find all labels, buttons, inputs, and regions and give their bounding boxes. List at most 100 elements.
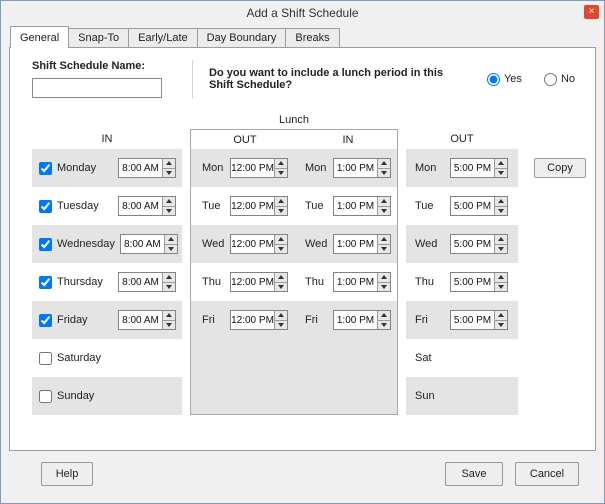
col-header-in: IN xyxy=(101,133,113,145)
spinner-down-icon[interactable] xyxy=(275,243,287,253)
day-cell: Sunday xyxy=(32,377,182,415)
sunday-checkbox[interactable] xyxy=(39,389,52,403)
spinner-down-icon[interactable] xyxy=(164,243,177,253)
thursday-checkbox[interactable] xyxy=(39,275,52,289)
spinner-down-icon[interactable] xyxy=(495,281,507,291)
spinner-up-icon[interactable] xyxy=(495,273,507,282)
spinner-down-icon[interactable] xyxy=(495,167,507,177)
spinner-up-icon[interactable] xyxy=(495,159,507,168)
lunch-no-radio[interactable] xyxy=(543,72,557,86)
schedule-row-sunday: Sunday Sun xyxy=(32,377,595,415)
day-cell: Tuesday 8:00 AM xyxy=(32,187,182,225)
spinner-up-icon[interactable] xyxy=(495,311,507,320)
spinner-down-icon[interactable] xyxy=(163,205,175,215)
spinner-down-icon[interactable] xyxy=(163,167,175,177)
wednesday-in-spinner[interactable]: 8:00 AM xyxy=(119,234,178,254)
spinner-up-icon[interactable] xyxy=(275,235,287,244)
lunch-column-headers: OUT IN xyxy=(190,129,398,149)
tab-day-boundary[interactable]: Day Boundary xyxy=(197,28,287,47)
tab-breaks[interactable]: Breaks xyxy=(286,28,340,47)
monday-out-spinner[interactable]: 5:00 PM xyxy=(450,158,508,178)
lunch-cell: Mon 12:00 PM Mon 1:00 PM xyxy=(190,149,398,187)
monday-checkbox[interactable] xyxy=(39,161,52,175)
spinner-down-icon[interactable] xyxy=(378,205,390,215)
dialog-footer: Help Save Cancel xyxy=(1,451,604,503)
cancel-button[interactable]: Cancel xyxy=(515,462,579,486)
copy-button[interactable]: Copy xyxy=(534,158,586,178)
thursday-lunch-out-spinner[interactable]: 12:00 PM xyxy=(230,272,288,292)
monday-in-spinner[interactable]: 8:00 AM xyxy=(118,158,176,178)
titlebar: Add a Shift Schedule × xyxy=(1,1,604,25)
shift-schedule-name-input[interactable] xyxy=(32,78,162,98)
spinner-up-icon[interactable] xyxy=(163,159,175,168)
spinner-up-icon[interactable] xyxy=(275,197,287,206)
friday-lunch-in-spinner[interactable]: 1:00 PM xyxy=(333,310,391,330)
spinner-up-icon[interactable] xyxy=(164,235,177,244)
spinner-down-icon[interactable] xyxy=(378,243,390,253)
tuesday-lunch-out-spinner[interactable]: 12:00 PM xyxy=(230,196,288,216)
monday-lunch-in-spinner[interactable]: 1:00 PM xyxy=(333,158,391,178)
thursday-out-spinner[interactable]: 5:00 PM xyxy=(450,272,508,292)
lunch-cell xyxy=(190,339,398,377)
spinner-down-icon[interactable] xyxy=(378,281,390,291)
day-cell: Thursday 8:00 AM xyxy=(32,263,182,301)
spinner-down-icon[interactable] xyxy=(378,319,390,329)
spinner-up-icon[interactable] xyxy=(378,311,390,320)
help-button[interactable]: Help xyxy=(41,462,93,486)
tuesday-out-spinner[interactable]: 5:00 PM xyxy=(450,196,508,216)
friday-out-spinner[interactable]: 5:00 PM xyxy=(450,310,508,330)
save-button[interactable]: Save xyxy=(445,462,503,486)
spinner-up-icon[interactable] xyxy=(378,235,390,244)
spinner-up-icon[interactable] xyxy=(378,159,390,168)
tuesday-checkbox[interactable] xyxy=(39,199,52,213)
spinner-down-icon[interactable] xyxy=(275,167,287,177)
wednesday-checkbox[interactable] xyxy=(39,237,52,251)
spinner-up-icon[interactable] xyxy=(275,311,287,320)
spinner-down-icon[interactable] xyxy=(275,319,287,329)
spinner-up-icon[interactable] xyxy=(275,273,287,282)
spinner-down-icon[interactable] xyxy=(495,243,507,253)
thursday-in-spinner[interactable]: 8:00 AM xyxy=(118,272,176,292)
tuesday-in-spinner[interactable]: 8:00 AM xyxy=(118,196,176,216)
spinner-up-icon[interactable] xyxy=(495,235,507,244)
tab-early-late[interactable]: Early/Late xyxy=(129,28,198,47)
lunch-yes-radio[interactable] xyxy=(486,72,500,86)
friday-checkbox[interactable] xyxy=(39,313,52,327)
spinner-down-icon[interactable] xyxy=(378,167,390,177)
thursday-lunch-in-spinner[interactable]: 1:00 PM xyxy=(333,272,391,292)
wednesday-out-spinner[interactable]: 5:00 PM xyxy=(450,234,508,254)
out-cell: Tue 5:00 PM xyxy=(406,187,518,225)
spinner-down-icon[interactable] xyxy=(163,281,175,291)
spinner-down-icon[interactable] xyxy=(275,205,287,215)
spinner-down-icon[interactable] xyxy=(495,205,507,215)
tab-snap-to[interactable]: Snap-To xyxy=(69,28,130,47)
friday-lunch-out-spinner[interactable]: 12:00 PM xyxy=(230,310,288,330)
wednesday-lunch-in-spinner[interactable]: 1:00 PM xyxy=(333,234,391,254)
spinner-up-icon[interactable] xyxy=(378,273,390,282)
out-cell: Thu 5:00 PM xyxy=(406,263,518,301)
spinner-up-icon[interactable] xyxy=(163,273,175,282)
tuesday-lunch-in-spinner[interactable]: 1:00 PM xyxy=(333,196,391,216)
schedule-row-saturday: Saturday Sat xyxy=(32,339,595,377)
close-icon[interactable]: × xyxy=(584,5,599,19)
spinner-up-icon[interactable] xyxy=(275,159,287,168)
wednesday-lunch-out-spinner[interactable]: 12:00 PM xyxy=(230,234,288,254)
spinner-up-icon[interactable] xyxy=(163,197,175,206)
monday-lunch-out-spinner[interactable]: 12:00 PM xyxy=(230,158,288,178)
spinner-up-icon[interactable] xyxy=(495,197,507,206)
spinner-down-icon[interactable] xyxy=(275,281,287,291)
spinner-up-icon[interactable] xyxy=(163,311,175,320)
schedule-row-tuesday: Tuesday 8:00 AM Tue 12:00 PM Tue 1:00 PM… xyxy=(32,187,595,225)
schedule-grid: Lunch IN OUT IN OUT Monday 8:00 AM Mon 1… xyxy=(32,112,595,415)
spinner-down-icon[interactable] xyxy=(495,319,507,329)
tab-general[interactable]: General xyxy=(10,26,70,48)
saturday-checkbox[interactable] xyxy=(39,351,52,365)
spinner-down-icon[interactable] xyxy=(163,319,175,329)
spinner-up-icon[interactable] xyxy=(378,197,390,206)
friday-in-spinner[interactable]: 8:00 AM xyxy=(118,310,176,330)
lunch-yes-option[interactable]: Yes xyxy=(486,72,522,86)
lunch-no-option[interactable]: No xyxy=(543,72,575,86)
lunch-cell: Wed 12:00 PM Wed 1:00 PM xyxy=(190,225,398,263)
lunch-no-label: No xyxy=(560,73,575,85)
lunch-cell: Tue 12:00 PM Tue 1:00 PM xyxy=(190,187,398,225)
